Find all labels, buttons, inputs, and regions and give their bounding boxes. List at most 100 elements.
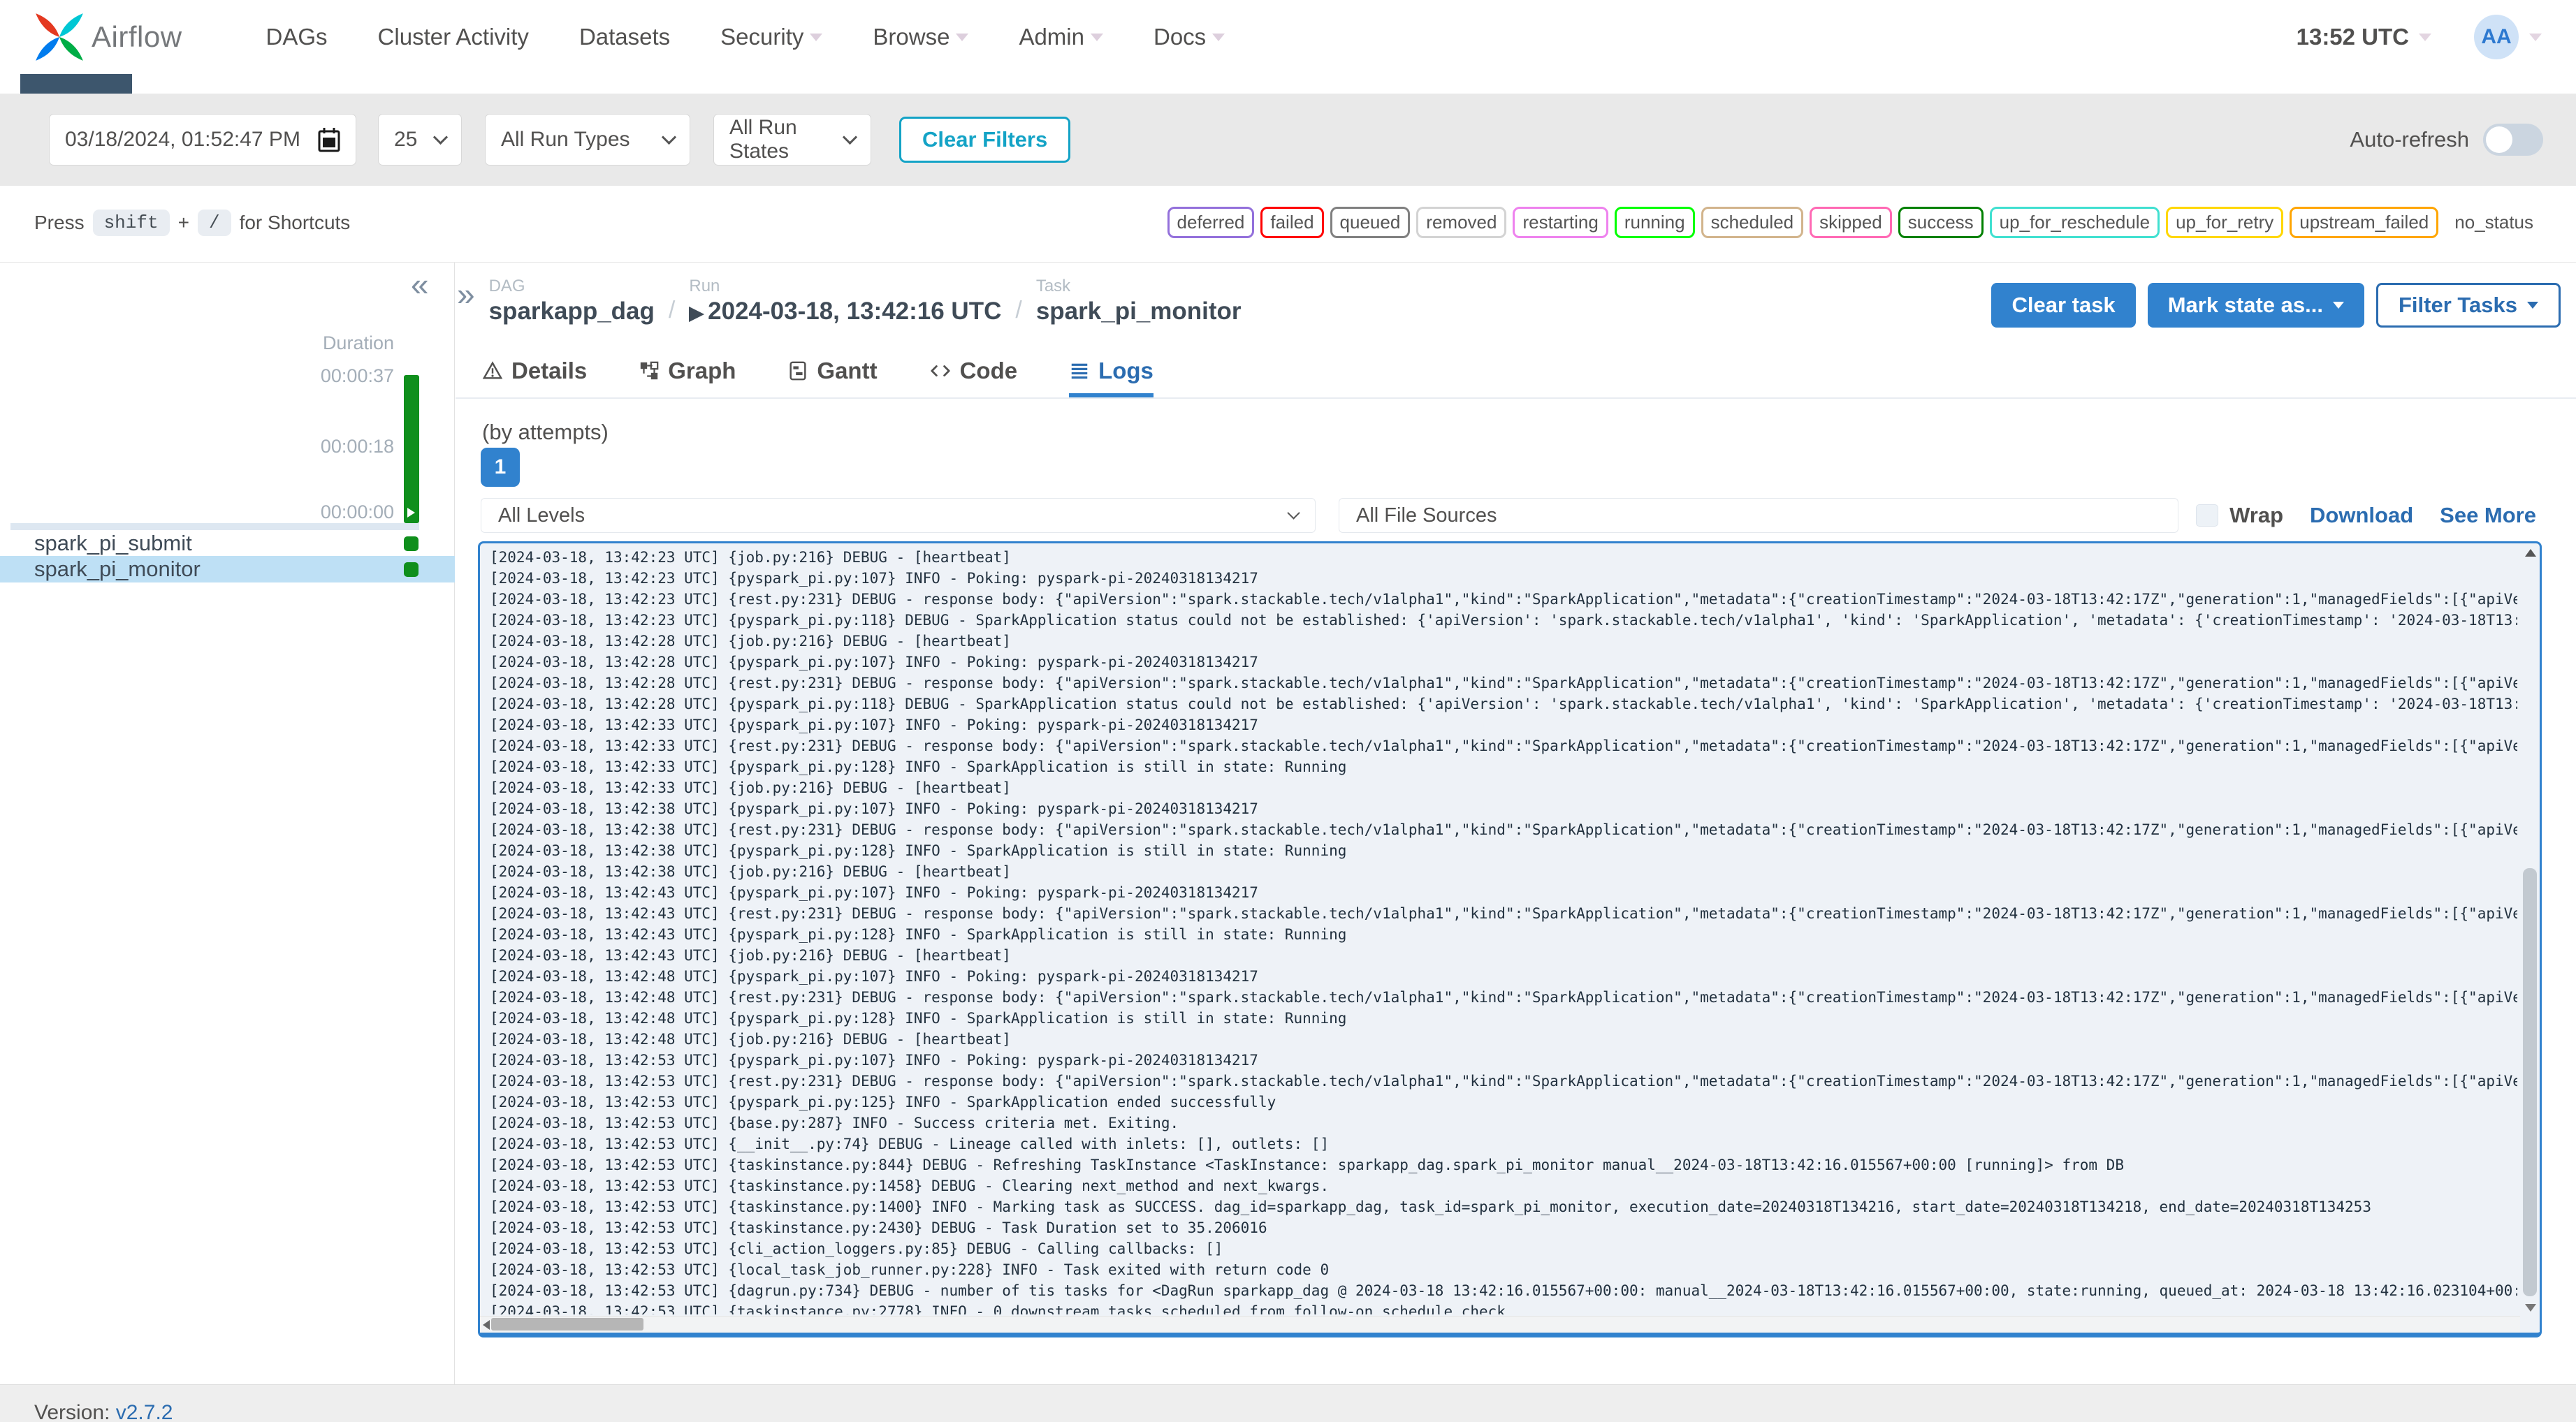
nav-item-dags[interactable]: DAGs bbox=[266, 24, 328, 50]
status-badge-running[interactable]: running bbox=[1614, 207, 1695, 238]
wrap-toggle[interactable]: Wrap bbox=[2196, 503, 2283, 528]
tab-gantt[interactable]: Gantt bbox=[787, 350, 878, 397]
dag-value[interactable]: sparkapp_dag bbox=[489, 298, 655, 325]
tab-label: Graph bbox=[668, 358, 736, 383]
brand-name: Airflow bbox=[92, 20, 182, 53]
log-source-select[interactable]: All File Sources bbox=[1339, 498, 2178, 533]
user-menu[interactable]: AA bbox=[2474, 15, 2542, 59]
tab-details[interactable]: Details bbox=[482, 350, 587, 397]
dag-run-duration-bar[interactable] bbox=[404, 375, 419, 523]
tab-logs[interactable]: Logs bbox=[1069, 350, 1154, 397]
nav-item-label: Browse bbox=[873, 24, 950, 50]
log-line: [2024-03-18, 13:42:33 UTC] {pyspark_pi.p… bbox=[490, 717, 1258, 733]
log-line: [2024-03-18, 13:42:53 UTC] {cli_action_l… bbox=[490, 1240, 1223, 1257]
breadcrumb-run: Run ▶ 2024-03-18, 13:42:16 UTC bbox=[689, 277, 1001, 325]
scrolled-element-remnant bbox=[20, 74, 132, 94]
chevron-down-icon bbox=[2529, 33, 2542, 41]
log-horizontal-scrollbar[interactable] bbox=[480, 1316, 2520, 1333]
log-line: [2024-03-18, 13:42:23 UTC] {pyspark_pi.p… bbox=[490, 570, 1258, 587]
log-line: [2024-03-18, 13:42:28 UTC] {rest.py:231}… bbox=[490, 675, 2517, 691]
expand-filters-icon[interactable]: » bbox=[457, 278, 475, 310]
page-size-select[interactable]: 25 bbox=[378, 114, 462, 166]
task-row-spark-pi-monitor[interactable]: spark_pi_monitor bbox=[0, 556, 455, 582]
status-badge-up-for-reschedule[interactable]: up_for_reschedule bbox=[1989, 207, 2160, 238]
tab-code[interactable]: Code bbox=[929, 350, 1018, 397]
nav-item-label: DAGs bbox=[265, 24, 328, 50]
collapse-sidebar-icon[interactable]: « bbox=[411, 268, 429, 300]
details-icon bbox=[482, 360, 503, 381]
nav-item-admin[interactable]: Admin bbox=[1019, 24, 1103, 50]
scroll-left-icon[interactable] bbox=[483, 1320, 490, 1330]
content-area: « Duration 00:00:37 00:00:18 00:00:00 spar… bbox=[0, 262, 2576, 1384]
tab-graph[interactable]: Graph bbox=[639, 350, 736, 397]
chevron-down-icon bbox=[432, 129, 449, 145]
status-badge-success[interactable]: success bbox=[1898, 207, 1984, 238]
run-types-value: All Run Types bbox=[501, 128, 630, 151]
breadcrumb-separator: / bbox=[1015, 297, 1022, 323]
timezone-selector[interactable]: 13:52 UTC bbox=[2297, 24, 2431, 50]
nav-item-security[interactable]: Security bbox=[720, 24, 823, 50]
wrap-checkbox[interactable] bbox=[2196, 504, 2219, 527]
status-badge-upstream-failed[interactable]: upstream_failed bbox=[2290, 207, 2439, 238]
shift-key: shift bbox=[92, 210, 170, 236]
run-value[interactable]: ▶ 2024-03-18, 13:42:16 UTC bbox=[689, 298, 1001, 325]
scroll-down-icon[interactable] bbox=[2525, 1304, 2536, 1312]
nav-item-browse[interactable]: Browse bbox=[873, 24, 969, 50]
calendar-icon[interactable] bbox=[318, 127, 340, 152]
task-label: Task bbox=[1035, 277, 1071, 295]
nav-item-datasets[interactable]: Datasets bbox=[579, 24, 670, 50]
chevron-down-icon bbox=[1090, 33, 1103, 41]
log-line: [2024-03-18, 13:42:33 UTC] {job.py:216} … bbox=[490, 779, 1011, 796]
run-states-select[interactable]: All Run States bbox=[713, 114, 871, 166]
auto-refresh-toggle[interactable] bbox=[2483, 124, 2543, 156]
scroll-up-icon[interactable] bbox=[2525, 549, 2536, 557]
tab-label: Code bbox=[959, 358, 1018, 383]
status-badge-scheduled[interactable]: scheduled bbox=[1701, 207, 1804, 238]
run-types-select[interactable]: All Run Types bbox=[485, 114, 690, 166]
task-actions: Clear task Mark state as... Filter Tasks bbox=[1991, 283, 2561, 328]
log-level-select[interactable]: All Levels bbox=[481, 498, 1316, 533]
nav-item-cluster-activity[interactable]: Cluster Activity bbox=[378, 24, 529, 50]
base-date-value: 03/18/2024, 01:52:47 PM bbox=[65, 128, 300, 151]
status-badge-up-for-retry[interactable]: up_for_retry bbox=[2166, 207, 2284, 238]
duration-tick: 00:00:00 bbox=[320, 501, 394, 522]
mark-state-button[interactable]: Mark state as... bbox=[2147, 283, 2364, 328]
status-badge-deferred[interactable]: deferred bbox=[1167, 207, 1255, 238]
see-more-link[interactable]: See More bbox=[2440, 503, 2536, 528]
version-link[interactable]: v2.7.2 bbox=[116, 1401, 173, 1422]
log-line: [2024-03-18, 13:42:53 UTC] {taskinstance… bbox=[490, 1178, 1330, 1194]
attempt-1-button[interactable]: 1 bbox=[481, 448, 520, 487]
task-name: spark_pi_submit bbox=[34, 530, 192, 555]
status-badge-restarting[interactable]: restarting bbox=[1513, 207, 1608, 238]
nav-item-docs[interactable]: Docs bbox=[1154, 24, 1225, 50]
airflow-logo[interactable]: Airflow bbox=[34, 12, 182, 62]
status-badge-removed[interactable]: removed bbox=[1416, 207, 1507, 238]
horizontal-scroll-thumb[interactable] bbox=[491, 1318, 643, 1331]
log-filter-controls: All Levels All File Sources bbox=[481, 498, 2178, 533]
nav-item-label: Docs bbox=[1153, 24, 1207, 50]
log-line: [2024-03-18, 13:42:23 UTC] {job.py:216} … bbox=[490, 549, 1011, 566]
nav-item-label: Cluster Activity bbox=[377, 24, 529, 50]
clear-filters-button[interactable]: Clear Filters bbox=[899, 117, 1071, 163]
log-line: [2024-03-18, 13:42:33 UTC] {rest.py:231}… bbox=[490, 738, 2517, 754]
log-line: [2024-03-18, 13:42:38 UTC] {pyspark_pi.p… bbox=[490, 842, 1347, 859]
download-log-link[interactable]: Download bbox=[2310, 503, 2413, 528]
status-badge-skipped[interactable]: skipped bbox=[1810, 207, 1892, 238]
vertical-scroll-thumb[interactable] bbox=[2523, 867, 2537, 1296]
task-success-square[interactable] bbox=[404, 536, 419, 551]
task-value[interactable]: spark_pi_monitor bbox=[1036, 298, 1242, 325]
axis-baseline-strip bbox=[10, 523, 419, 530]
task-success-square[interactable] bbox=[404, 562, 419, 577]
task-row-spark-pi-submit[interactable]: spark_pi_submit bbox=[0, 530, 455, 556]
base-date-input[interactable]: 03/18/2024, 01:52:47 PM bbox=[49, 114, 356, 166]
status-badge-failed[interactable]: failed bbox=[1260, 207, 1324, 238]
filter-tasks-button[interactable]: Filter Tasks bbox=[2375, 283, 2561, 328]
code-icon bbox=[929, 360, 952, 381]
status-badge-queued[interactable]: queued bbox=[1330, 207, 1411, 238]
wrap-label: Wrap bbox=[2229, 503, 2284, 527]
log-line: [2024-03-18, 13:42:48 UTC] {rest.py:231}… bbox=[490, 989, 2517, 1006]
duration-tick: 00:00:37 bbox=[320, 365, 394, 386]
clear-task-button[interactable]: Clear task bbox=[1991, 283, 2136, 328]
log-vertical-scrollbar[interactable] bbox=[2520, 543, 2540, 1316]
task-list: spark_pi_submit spark_pi_monitor bbox=[0, 530, 455, 582]
